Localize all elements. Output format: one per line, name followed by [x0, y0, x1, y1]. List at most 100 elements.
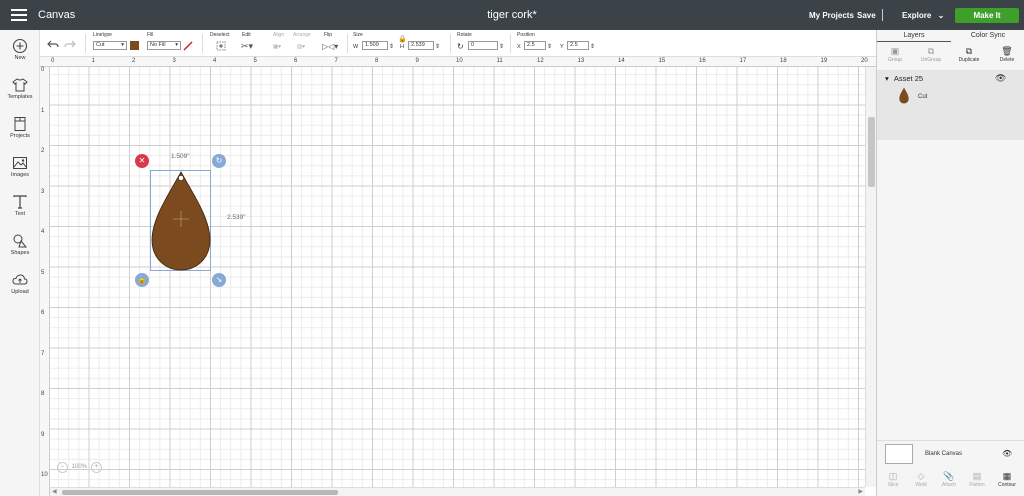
my-projects-link[interactable]: My Projects [809, 11, 854, 20]
delete-label: Delete [999, 57, 1015, 63]
undo-icon[interactable] [47, 39, 59, 49]
linetype-select[interactable]: Cut ▾ [93, 41, 127, 50]
zoom-out-icon[interactable]: − [57, 462, 68, 473]
ruler-tick-label: 1 [41, 107, 45, 114]
attach-icon: 📎 [943, 471, 955, 481]
flip-icon[interactable]: ▷◁▾ [322, 42, 338, 51]
attach-button[interactable]: 📎 Attach [935, 471, 963, 488]
height-stepper-icon[interactable]: ⇕ [435, 43, 440, 50]
menu-icon[interactable] [11, 9, 27, 21]
lock-icon[interactable]: 🔒 [398, 35, 407, 43]
delete-handle-icon[interactable]: ✕ [135, 154, 149, 168]
ruler-tick-label: 17 [739, 58, 747, 64]
width-stepper-icon[interactable]: ⇕ [389, 43, 394, 50]
x-input[interactable]: 2.5 [524, 41, 546, 50]
width-input[interactable]: 1.509 [362, 41, 388, 50]
sidebar-item-text[interactable]: Text [0, 194, 40, 217]
position-label: Position [517, 32, 535, 38]
y-stepper-icon[interactable]: ⇕ [590, 43, 595, 50]
explore-menu[interactable]: Explore ⌄ [902, 11, 944, 20]
duplicate-button[interactable]: ⧉ Duplicate [955, 46, 983, 63]
layer-group[interactable]: ▾ Asset 25 👁 Cut [877, 70, 1024, 140]
redo-icon[interactable] [64, 39, 76, 49]
slice-button[interactable]: ◫ Slice [879, 471, 907, 488]
flatten-button[interactable]: ▤ Flatten [963, 471, 991, 488]
sidebar-item-images[interactable]: Images [0, 155, 40, 178]
image-icon [13, 157, 27, 169]
horizontal-scrollbar[interactable]: ◀ ▶ [50, 487, 865, 496]
delete-button[interactable]: 🗑 Delete [993, 46, 1021, 63]
ruler-tick-label: 2 [132, 58, 136, 64]
design-canvas[interactable]: 0 1 2 3 4 5 6 7 8 9 10 11 12 13 14 15 16 17 18 19 20 0123456… [40, 57, 876, 496]
ruler-tick-label: 12 [537, 58, 544, 64]
height-input[interactable]: 2.539 [408, 41, 434, 50]
fill-select[interactable]: No Fill ▾ [147, 41, 181, 50]
sidebar-item-label: Shapes [10, 250, 30, 256]
scissors-icon[interactable]: ✂▾ [241, 42, 253, 51]
contour-button[interactable]: ▦ Contour [993, 471, 1021, 488]
no-fill-swatch-icon[interactable] [183, 41, 193, 51]
save-button[interactable]: Save [857, 11, 876, 20]
scroll-thumb[interactable] [62, 490, 338, 495]
rotate-stepper-icon[interactable]: ⇕ [499, 43, 504, 50]
weld-label: Weld [915, 482, 927, 488]
hide-icon[interactable]: 👁 [1002, 449, 1012, 458]
contour-label: Contour [998, 482, 1016, 488]
x-stepper-icon[interactable]: ⇕ [547, 43, 552, 50]
projects-icon [14, 117, 26, 131]
rotate-input[interactable]: 0 [468, 41, 498, 50]
make-it-button[interactable]: Make It [955, 8, 1019, 23]
duplicate-label: Duplicate [958, 57, 980, 63]
vertical-scrollbar[interactable] [865, 67, 876, 487]
ruler-tick-label: 5 [41, 269, 45, 276]
tab-layers[interactable]: Layers [877, 32, 951, 42]
ruler-tick-label: 10 [41, 472, 48, 478]
left-sidebar: New Templates Projects Images Text Shape… [0, 30, 40, 496]
sidebar-item-shapes[interactable]: Shapes [0, 233, 40, 256]
slice-icon: ◫ [888, 471, 898, 481]
ruler-tick-label: 14 [618, 58, 625, 64]
material-color-swatch[interactable] [130, 41, 139, 50]
teardrop-shape[interactable] [150, 170, 212, 272]
bottom-toolbar: ◫ Slice ◇ Weld 📎 Attach ▤ Flatten ▦ Contour [877, 471, 1024, 496]
group-button[interactable]: ▣ Group [881, 46, 909, 63]
text-icon [13, 195, 27, 209]
ruler-tick-label: 0 [51, 58, 55, 64]
scroll-thumb[interactable] [868, 117, 875, 187]
scroll-right-icon[interactable]: ▶ [858, 488, 863, 495]
ruler-tick-label: 9 [415, 58, 419, 64]
blank-canvas-row[interactable]: Blank Canvas 👁 [877, 440, 1024, 470]
ruler-tick-label: 0 [41, 67, 45, 73]
linetype-value: Cut [96, 42, 105, 48]
tab-color-sync[interactable]: Color Sync [951, 32, 1024, 42]
layer-item-label[interactable]: Cut [918, 94, 927, 100]
ruler-tick-label: 11 [496, 58, 503, 64]
align-select[interactable]: ▦▾ [273, 44, 281, 50]
zoom-in-icon[interactable]: + [90, 462, 102, 473]
width-label: W [353, 44, 359, 50]
sidebar-item-upload[interactable]: Upload [0, 272, 40, 295]
ruler-tick-label: 4 [213, 58, 217, 64]
divider [510, 34, 511, 53]
ungroup-button[interactable]: ⧉ UnGroup [917, 46, 945, 63]
zoom-control[interactable]: − 100% + [57, 462, 102, 474]
deselect-icon[interactable] [216, 41, 226, 51]
rotate-handle-icon[interactable]: ↻ [212, 154, 226, 168]
width-value: 1.509 [365, 42, 379, 48]
rotate-icon: ↻ [457, 42, 464, 51]
canvas-grid[interactable] [50, 67, 865, 487]
y-input[interactable]: 2.5 [567, 41, 589, 50]
resize-handle-icon[interactable]: ↘ [212, 273, 226, 287]
sidebar-item-new[interactable]: New [0, 38, 40, 61]
layer-group-title[interactable]: ▾ Asset 25 [885, 74, 923, 83]
sidebar-item-projects[interactable]: Projects [0, 116, 40, 139]
scroll-left-icon[interactable]: ◀ [52, 488, 57, 495]
sidebar-item-templates[interactable]: Templates [0, 77, 40, 100]
eye-icon[interactable]: 👁 [995, 73, 1006, 84]
arrange-select[interactable]: ▧▾ [297, 44, 305, 50]
blank-canvas-swatch[interactable] [885, 444, 913, 464]
ruler-tick-label: 18 [780, 58, 787, 64]
layer-group-name: Asset 25 [893, 74, 924, 83]
lock-handle-icon[interactable]: 🔒 [135, 273, 149, 287]
weld-button[interactable]: ◇ Weld [907, 471, 935, 488]
